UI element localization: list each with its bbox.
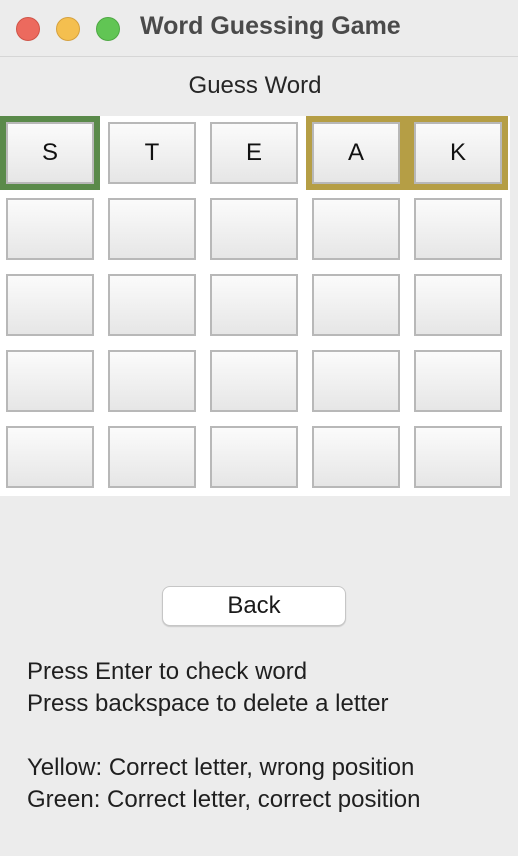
letter-cell[interactable]: [6, 426, 94, 488]
letter-cell[interactable]: [312, 426, 400, 488]
guess-word-label: Guess Word: [188, 72, 322, 99]
letter-cell[interactable]: [414, 350, 502, 412]
maximize-window-button[interactable]: [96, 17, 120, 41]
letter-cell[interactable]: E: [210, 122, 298, 184]
instruction-backspace: Press backspace to delete a letter: [27, 690, 389, 717]
letter-cell[interactable]: [210, 198, 298, 260]
letter-cell[interactable]: T: [108, 122, 196, 184]
letter-cell[interactable]: [108, 426, 196, 488]
letter-cell[interactable]: [312, 198, 400, 260]
minimize-window-button[interactable]: [56, 17, 80, 41]
letter-cell[interactable]: [210, 426, 298, 488]
letter-cell[interactable]: [6, 350, 94, 412]
letter-cell[interactable]: [210, 274, 298, 336]
legend-green: Green: Correct letter, correct position: [27, 786, 421, 813]
letter-cell[interactable]: [414, 274, 502, 336]
letter-cell[interactable]: A: [312, 122, 400, 184]
letter-cell[interactable]: [108, 350, 196, 412]
letter-cell[interactable]: [6, 274, 94, 336]
letter-cell[interactable]: [108, 198, 196, 260]
legend-yellow: Yellow: Correct letter, wrong position: [27, 754, 415, 781]
letter-cell[interactable]: [414, 198, 502, 260]
letter-cell[interactable]: [414, 426, 502, 488]
title-bar: Word Guessing Game: [0, 0, 518, 57]
close-window-button[interactable]: [16, 17, 40, 41]
window-title: Word Guessing Game: [140, 12, 401, 40]
letter-cell[interactable]: [6, 198, 94, 260]
app-window: Word Guessing Game Guess Word STEAK Back…: [0, 0, 518, 856]
back-button[interactable]: Back: [162, 586, 346, 626]
letter-cell[interactable]: S: [6, 122, 94, 184]
letter-cell[interactable]: [108, 274, 196, 336]
letter-cell[interactable]: [312, 350, 400, 412]
instruction-enter: Press Enter to check word: [27, 658, 308, 685]
letter-cell[interactable]: K: [414, 122, 502, 184]
letter-cell[interactable]: [312, 274, 400, 336]
letter-grid: STEAK: [0, 116, 510, 496]
letter-cell[interactable]: [210, 350, 298, 412]
